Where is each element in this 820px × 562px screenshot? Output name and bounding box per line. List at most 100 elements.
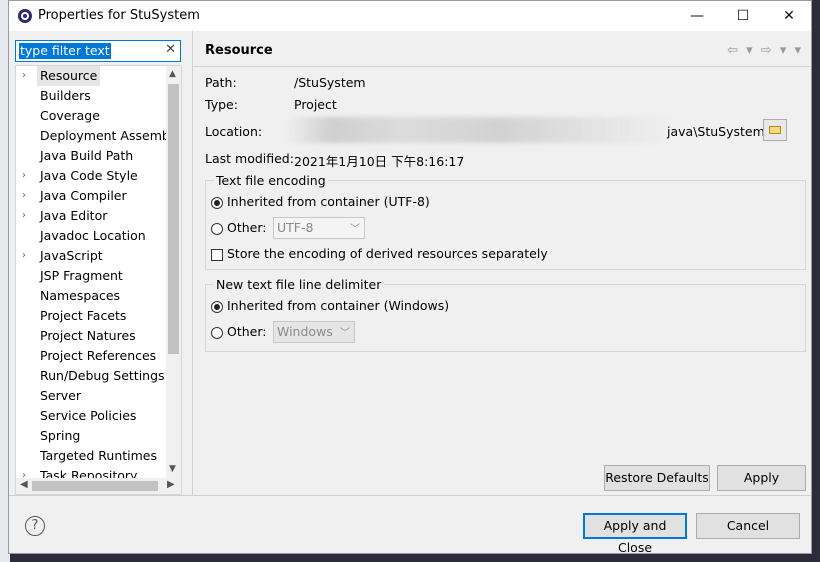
path-label: Path: [205,75,237,90]
encoding-inherited-radio[interactable] [211,197,223,209]
encoding-other-radio[interactable] [211,223,223,235]
tree-item[interactable]: Builders [16,86,166,106]
resource-page: Resource ⇦ ▾ ⇨ ▾ ▾ Path: /StuSystem Type… [193,31,811,495]
encoding-group-title: Text file encoding [214,173,328,188]
tree-item[interactable]: Javadoc Location [16,226,166,246]
minimize-button[interactable]: — [674,1,720,31]
tree-item-label: Coverage [40,108,100,123]
chevron-down-icon: ﹀ [350,224,360,235]
title-bar: Properties for StuSystem — ☐ ✕ [9,1,811,31]
scroll-down-icon[interactable]: ▼ [169,464,176,474]
delimiter-inherited-label[interactable]: Inherited from container (Windows) [227,298,449,313]
last-modified-value: 2021年1月10日 下午8:16:17 [294,154,465,169]
delimiter-select[interactable]: Windows ﹀ [273,321,355,343]
tree-item-label: Java Editor [40,208,108,223]
close-button[interactable]: ✕ [766,1,812,31]
tree-item[interactable]: Service Policies [16,406,166,426]
store-encoding-checkbox[interactable] [211,249,223,261]
properties-dialog: Properties for StuSystem — ☐ ✕ type filt… [8,0,812,555]
delimiter-select-value: Windows [277,324,333,339]
location-value: java\StuSystem [667,124,765,139]
expand-arrow-icon[interactable]: › [22,246,26,266]
tree-item[interactable]: › Resource [16,66,166,86]
tree-item-label: Run/Debug Settings [40,368,165,383]
tree-item-label: Namespaces [40,288,121,303]
tree-item-label: Service Policies [40,408,137,423]
tree-item[interactable]: Java Build Path [16,146,166,166]
restore-defaults-button[interactable]: Restore Defaults [604,465,710,491]
delimiter-other-label[interactable]: Other: [227,324,266,339]
tree-item[interactable]: › Java Editor [16,206,166,226]
tree-item-label: Server [40,388,81,403]
tree-item[interactable]: Run/Debug Settings [16,366,166,386]
encoding-select-value: UTF-8 [277,220,314,235]
help-icon[interactable]: ? [25,516,45,536]
scroll-up-icon[interactable]: ▲ [169,69,176,79]
delimiter-other-radio[interactable] [211,327,223,339]
location-label: Location: [205,124,263,139]
tree-item[interactable]: Coverage [16,106,166,126]
tree-item[interactable]: Targeted Runtimes [16,446,166,466]
filter-input[interactable]: type filter text ✕ [15,40,181,62]
path-value: /StuSystem [294,75,366,90]
tree-item-label: JavaScript [40,248,103,263]
category-tree[interactable]: › Task Repository Targeted Runtimes Spring S… [15,65,182,495]
store-encoding-label[interactable]: Store the encoding of derived resources … [227,246,548,261]
left-panel: type filter text ✕ › Task Repository Targe… [9,31,191,495]
cancel-button[interactable]: Cancel [696,513,800,539]
tree-item-label: Project Facets [40,308,127,323]
navigation-icons[interactable]: ⇦ ▾ ⇨ ▾ ▾ [727,43,803,58]
tree-item[interactable]: Deployment Assembly [16,126,181,146]
expand-arrow-icon[interactable]: › [22,66,26,86]
tree-item[interactable]: Spring [16,426,166,446]
tree-item[interactable]: JSP Fragment [16,266,166,286]
expand-arrow-icon[interactable]: › [22,186,26,206]
filter-text[interactable]: type filter text [19,43,111,59]
tree-item[interactable]: Server [16,386,166,406]
tree-item-label: Java Compiler [40,188,127,203]
tree-item-label: Java Build Path [40,148,134,163]
tree-item-label: JSP Fragment [40,268,123,283]
clear-filter-icon[interactable]: ✕ [165,42,176,57]
tree-vertical-scrollbar[interactable]: ▲ ▼ [166,66,181,478]
tree-item[interactable]: › Java Compiler [16,186,166,206]
type-value: Project [294,97,337,112]
title-separator [193,66,811,67]
apply-button[interactable]: Apply [717,465,806,491]
line-delimiter-group: New text file line delimiter Inherited f… [205,277,806,352]
tree-item[interactable]: Namespaces [16,286,166,306]
vertical-scroll-thumb[interactable] [168,84,179,354]
tree-item[interactable]: Project Natures [16,326,166,346]
encoding-other-label[interactable]: Other: [227,220,266,235]
encoding-select[interactable]: UTF-8 ﹀ [273,217,365,239]
type-label: Type: [205,97,238,112]
apply-and-close-button[interactable]: Apply and Close [583,513,687,555]
scroll-right-icon[interactable]: ▶ [167,479,175,490]
last-modified-label: Last modified: [205,151,294,166]
maximize-button[interactable]: ☐ [720,1,766,31]
footer-separator [9,495,811,496]
tree-item[interactable]: › Java Code Style [16,166,166,186]
tree-item[interactable]: Project References [16,346,166,366]
redacted-location-part [285,117,675,143]
expand-arrow-icon[interactable]: › [22,166,26,186]
tree-item[interactable]: Project Facets [16,306,166,326]
window-title: Properties for StuSystem [38,8,200,23]
chevron-down-icon: ﹀ [340,328,350,339]
tree-item-label: Project Natures [40,328,136,343]
page-title: Resource [205,43,273,58]
tree-horizontal-scrollbar[interactable]: ◀ ▶ [16,478,181,494]
delimiter-inherited-radio[interactable] [211,301,223,313]
tree-item-label: Resource [37,66,101,86]
tree-item-label: Targeted Runtimes [40,448,157,463]
text-file-encoding-group: Text file encoding Inherited from contai… [205,173,806,270]
tree-item[interactable]: › JavaScript [16,246,166,266]
scroll-left-icon[interactable]: ◀ [20,479,28,490]
encoding-inherited-label[interactable]: Inherited from container (UTF-8) [227,194,430,209]
delimiter-group-title: New text file line delimiter [214,277,384,292]
open-location-button[interactable] [763,119,787,141]
expand-arrow-icon[interactable]: › [22,206,26,226]
tree-item-label: Project References [40,348,157,363]
tree-item-label: Builders [40,88,91,103]
horizontal-scroll-thumb[interactable] [32,481,158,491]
